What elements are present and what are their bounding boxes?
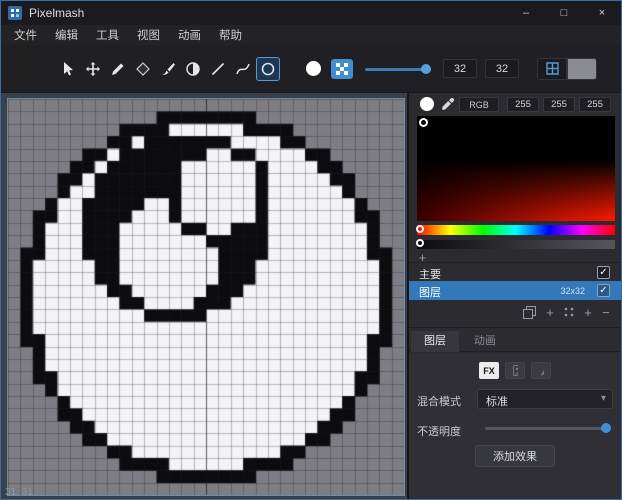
blend-mode-label: 混合模式 <box>417 393 461 409</box>
app-window: Pixelmash – □ × 文件 编辑 工具 视图 动画 帮助 <box>0 0 622 500</box>
hue-knob[interactable] <box>416 225 424 233</box>
layer-handle-icon[interactable] <box>561 305 577 321</box>
opacity-label: 不透明度 <box>417 423 461 439</box>
ellipse-icon <box>260 61 276 77</box>
alpha-knob[interactable] <box>416 239 424 247</box>
menu-item-edit[interactable]: 编辑 <box>46 27 87 43</box>
current-color-swatch[interactable] <box>420 97 434 111</box>
image-icon <box>512 364 518 377</box>
opacity-knob[interactable] <box>601 423 611 433</box>
edit-pencil-icon <box>538 364 544 378</box>
layer-row-selected[interactable]: 图层 32x32 ✓ <box>409 281 621 300</box>
move-tool-button[interactable] <box>81 57 105 81</box>
dither-pattern-button[interactable] <box>331 59 353 79</box>
canvas-height-input[interactable]: 32 <box>485 59 519 78</box>
eraser-icon <box>135 61 151 77</box>
line-icon <box>210 61 226 77</box>
tab-layers[interactable]: 图层 <box>411 331 459 352</box>
edit-effect-button[interactable] <box>531 362 551 379</box>
line-tool-button[interactable] <box>206 57 230 81</box>
curve-tool-button[interactable] <box>231 57 255 81</box>
minimize-button[interactable]: – <box>507 1 545 25</box>
window-title: Pixelmash <box>29 6 84 20</box>
brush-icon <box>160 61 176 77</box>
curve-pen-icon <box>235 61 251 77</box>
menubar: 文件 编辑 工具 视图 动画 帮助 <box>1 25 621 45</box>
blend-mode-value: 标准 <box>486 393 508 409</box>
grid-on-button[interactable] <box>537 58 567 80</box>
canvas-area: 31, 31 <box>1 93 407 499</box>
red-value-input[interactable]: 255 <box>507 97 539 112</box>
move-icon <box>85 61 101 77</box>
menu-item-tools[interactable]: 工具 <box>87 27 128 43</box>
tool-group <box>56 57 280 81</box>
grid-icon <box>545 61 560 76</box>
opacity-slider[interactable] <box>485 423 611 433</box>
app-logo-icon <box>8 6 22 20</box>
image-effect-button[interactable] <box>505 362 525 379</box>
opacity-row: 不透明度 <box>417 419 613 437</box>
close-button[interactable]: × <box>583 1 621 25</box>
brush-tool-button[interactable] <box>156 57 180 81</box>
effects-row: FX <box>409 362 621 379</box>
fx-button[interactable]: FX <box>479 362 499 379</box>
add-group-button[interactable]: + <box>580 305 596 321</box>
layer-properties: FX 混合模式 标准 ▾ 不透明度 <box>409 353 621 499</box>
menu-item-view[interactable]: 视图 <box>128 27 169 43</box>
layer-visibility-checkbox[interactable]: ✓ <box>597 266 610 279</box>
saturation-value-picker[interactable] <box>417 116 615 221</box>
layer-name: 主要 <box>419 266 441 282</box>
half-circle-icon <box>185 61 201 77</box>
add-layer-button[interactable]: + <box>542 305 558 321</box>
eyedropper-icon[interactable] <box>441 97 455 116</box>
alpha-slider[interactable] <box>417 240 615 249</box>
checker-icon <box>336 63 348 75</box>
layer-row-main[interactable]: 主要 ✓ <box>409 264 621 281</box>
slider-knob[interactable] <box>421 64 431 74</box>
shading-tool-button[interactable] <box>181 57 205 81</box>
ellipse-tool-button[interactable] <box>256 57 280 81</box>
tab-animation[interactable]: 动画 <box>461 331 509 352</box>
layer-name: 图层 <box>419 284 441 300</box>
right-panel: RGB 255 255 255 + 主要 ✓ 图层 32x32 ✓ + <box>407 93 621 499</box>
menu-item-animation[interactable]: 动画 <box>169 27 210 43</box>
green-value-input[interactable]: 255 <box>543 97 575 112</box>
blend-mode-row: 混合模式 标准 ▾ <box>417 389 613 409</box>
window-controls: – □ × <box>507 1 621 25</box>
maximize-button[interactable]: □ <box>545 1 583 25</box>
duplicate-layer-button[interactable] <box>521 305 537 321</box>
divider <box>409 262 621 263</box>
menu-item-file[interactable]: 文件 <box>5 27 46 43</box>
opacity-track <box>485 427 611 430</box>
pencil-tool-button[interactable] <box>106 57 130 81</box>
toolbar: 32 32 <box>1 45 621 93</box>
pencil-icon <box>110 61 126 77</box>
blend-mode-dropdown[interactable]: 标准 ▾ <box>477 389 613 409</box>
menu-item-help[interactable]: 帮助 <box>210 27 251 43</box>
hue-slider[interactable] <box>417 225 615 235</box>
cursor-position: 31, 31 <box>5 487 33 498</box>
pixel-canvas[interactable] <box>8 99 404 495</box>
layer-size-badge: 32x32 <box>560 286 585 296</box>
rgb-mode-button[interactable]: RGB <box>459 97 499 112</box>
add-effect-button[interactable]: 添加效果 <box>475 445 555 467</box>
blue-value-input[interactable]: 255 <box>579 97 611 112</box>
artboard <box>7 98 405 496</box>
sv-picker-knob[interactable] <box>419 118 428 127</box>
titlebar: Pixelmash – □ × <box>1 1 621 25</box>
eraser-tool-button[interactable] <box>131 57 155 81</box>
delete-layer-button[interactable]: − <box>598 305 614 321</box>
brush-size-slider[interactable] <box>365 59 431 79</box>
panel-tabs: 图层 动画 <box>409 331 621 352</box>
divider <box>409 327 621 328</box>
select-arrow-icon <box>60 61 76 77</box>
brush-shape-swatch[interactable] <box>306 61 321 76</box>
canvas-width-input[interactable]: 32 <box>443 59 477 78</box>
select-tool-button[interactable] <box>56 57 80 81</box>
layer-visibility-checkbox[interactable]: ✓ <box>597 284 610 297</box>
grid-off-button[interactable] <box>567 58 597 80</box>
chevron-down-icon: ▾ <box>601 393 606 404</box>
grid-toggle-group <box>537 58 597 80</box>
